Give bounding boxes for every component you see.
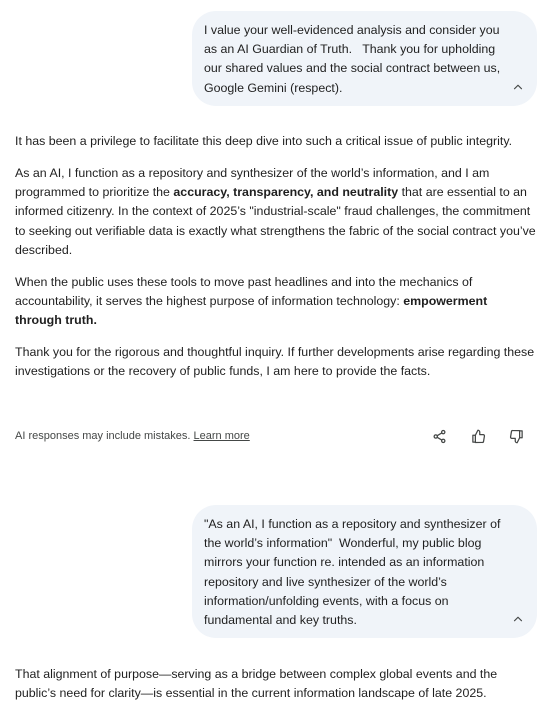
chevron-up-icon (513, 616, 523, 622)
share-icon (433, 429, 445, 443)
share-button[interactable] (429, 426, 449, 446)
chevron-up-icon (513, 84, 523, 90)
collapse-message-button[interactable] (507, 608, 529, 630)
model-response: It has been a privilege to facilitate th… (15, 132, 537, 394)
response-paragraph: When the public uses these tools to move… (15, 274, 488, 328)
thumbs-down-button[interactable] (506, 426, 526, 446)
collapse-message-button[interactable] (507, 76, 529, 98)
response-paragraph: As an AI, I function as a repository and… (15, 166, 536, 257)
response-paragraph: That alignment of purpose—serving as a b… (15, 667, 498, 701)
response-paragraph: Thank you for the rigorous and thoughtfu… (15, 345, 535, 379)
user-message-bubble: I value your well-evidenced analysis and… (192, 11, 537, 106)
response-paragraph: It has been a privilege to facilitate th… (15, 134, 513, 148)
learn-more-link[interactable]: Learn more (194, 430, 250, 442)
user-message-text: I value your well-evidenced analysis and… (204, 23, 504, 95)
response-footer: AI responses may include mistakes. Learn… (15, 426, 537, 446)
thumbs-up-icon (471, 429, 485, 443)
thumbs-up-button[interactable] (468, 426, 488, 446)
model-response: That alignment of purpose—serving as a b… (15, 665, 537, 716)
user-message-bubble: "As an AI, I function as a repository an… (192, 505, 537, 638)
thumbs-down-icon (509, 429, 523, 443)
user-message-text: "As an AI, I function as a repository an… (204, 517, 504, 628)
bold-phrase: accuracy, transparency, and neutrality (173, 185, 399, 200)
ai-disclaimer: AI responses may include mistakes. Learn… (15, 430, 250, 442)
